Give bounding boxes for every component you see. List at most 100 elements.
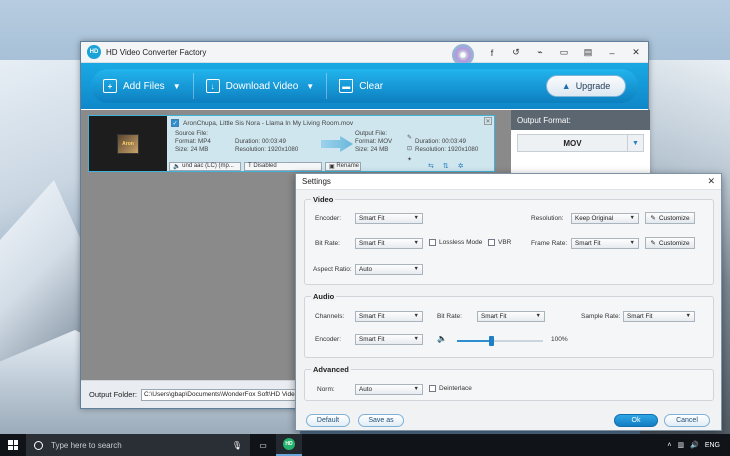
speaker-icon: 🔈 bbox=[173, 163, 183, 170]
network-icon[interactable]: ▥ bbox=[677, 441, 684, 449]
video-bitrate-value: Smart Fit bbox=[359, 240, 385, 247]
chevron-down-icon: ▼ bbox=[535, 313, 541, 319]
video-thumbnail[interactable]: Aron bbox=[89, 116, 167, 171]
microphone-icon[interactable]: 🎙 bbox=[232, 441, 242, 450]
vbr-label: VBR bbox=[498, 239, 512, 246]
close-icon[interactable]: ✕ bbox=[624, 42, 648, 63]
chat-icon[interactable]: ▭ bbox=[552, 42, 576, 63]
download-video-button[interactable]: ↓ Download Video ▼ bbox=[194, 69, 327, 103]
lossless-mode-label: Lossless Mode bbox=[439, 239, 483, 246]
default-button[interactable]: Default bbox=[306, 414, 350, 427]
chevron-down-icon[interactable]: ▼ bbox=[627, 135, 643, 151]
lossless-mode-checkbox[interactable]: Lossless Mode bbox=[429, 239, 482, 246]
upgrade-label: Upgrade bbox=[575, 81, 611, 91]
file-checkbox[interactable]: ✓ bbox=[171, 119, 179, 127]
video-bitrate-select[interactable]: Smart Fit ▼ bbox=[355, 238, 423, 249]
volume-fill bbox=[457, 340, 492, 342]
source-format: Format: MP4 bbox=[175, 138, 211, 145]
add-files-button[interactable]: + Add Files ▼ bbox=[91, 69, 193, 103]
channels-label: Channels: bbox=[315, 313, 345, 320]
chevron-down-icon[interactable]: ▼ bbox=[306, 82, 314, 91]
menu-icon[interactable]: ▤ bbox=[576, 42, 600, 63]
output-folder-path[interactable]: C:\Users\gbap\Documents\WonderFox Soft\H… bbox=[140, 388, 301, 401]
rename-label: Rename bbox=[336, 163, 360, 169]
pencil-icon: ✎ bbox=[650, 240, 656, 247]
resolution-customize-button[interactable]: ✎ Customize bbox=[645, 212, 695, 224]
taskbar-search[interactable]: Type here to search 🎙 bbox=[26, 434, 250, 456]
app-taskbar-icon: HD bbox=[283, 438, 295, 450]
subtitle-value: Disabled bbox=[253, 163, 277, 169]
sample-rate-select[interactable]: Smart Fit ▼ bbox=[623, 311, 695, 322]
channels-select[interactable]: Smart Fit ▼ bbox=[355, 311, 423, 322]
frame-rate-select[interactable]: Smart Fit ▼ bbox=[571, 238, 639, 249]
window-title: HD Video Converter Factory bbox=[106, 47, 207, 57]
chevron-down-icon: ▼ bbox=[413, 266, 419, 272]
subtitle-select[interactable]: T Disabled bbox=[244, 161, 322, 171]
vbr-checkbox[interactable]: VBR bbox=[488, 239, 511, 246]
file-header: ✓ AronChupa, Little Sis Nora - Llama In … bbox=[171, 118, 492, 128]
split-icon[interactable]: ⇅ bbox=[443, 162, 449, 170]
start-button[interactable] bbox=[0, 434, 26, 456]
system-tray: ˄ ▥ 🔊 ENG bbox=[667, 441, 730, 450]
ok-button[interactable]: Ok bbox=[614, 414, 658, 427]
title-bar: HD HD Video Converter Factory f ↺ ⌁ ▭ ▤ … bbox=[81, 42, 648, 66]
output-label: Output File: bbox=[355, 130, 387, 137]
cancel-button[interactable]: Cancel bbox=[664, 414, 710, 427]
frame-rate-customize-button[interactable]: ✎ Customize bbox=[645, 237, 695, 249]
volume-slider[interactable] bbox=[457, 336, 543, 346]
save-as-button[interactable]: Save as bbox=[358, 414, 404, 427]
file-item[interactable]: Aron ✓ AronChupa, Little Sis Nora - Llam… bbox=[88, 115, 495, 172]
resolution-select[interactable]: Keep Original ▼ bbox=[571, 213, 639, 224]
speaker-icon[interactable]: 🔊 bbox=[690, 441, 699, 449]
edit-icon[interactable]: ✎ bbox=[407, 134, 412, 141]
download-icon: ↓ bbox=[205, 79, 220, 93]
windows-icon bbox=[8, 440, 18, 450]
norm-label: Norm: bbox=[317, 386, 335, 393]
brush-icon[interactable]: ⌁ bbox=[528, 42, 552, 63]
upgrade-button[interactable]: ▲ Upgrade bbox=[546, 75, 626, 97]
video-encoder-value: Smart Fit bbox=[359, 215, 385, 222]
chevron-down-icon: ▼ bbox=[629, 240, 635, 246]
remove-file-icon[interactable]: ✕ bbox=[484, 117, 492, 125]
taskbar-app-hd-video-converter[interactable]: HD bbox=[276, 434, 302, 456]
undo-icon[interactable]: ↺ bbox=[504, 42, 528, 63]
source-resolution: Resolution: 1920x1080 bbox=[235, 146, 299, 153]
close-icon[interactable]: ✕ bbox=[707, 176, 715, 187]
merge-icon[interactable]: ⇆ bbox=[428, 162, 434, 170]
audio-track-value: und aac (LC) (mp... bbox=[182, 163, 234, 169]
output-format-select[interactable]: MOV ▼ bbox=[517, 134, 644, 152]
minimize-icon[interactable]: – bbox=[600, 42, 624, 63]
effect-icon[interactable]: ✲ bbox=[458, 162, 464, 170]
cortana-icon bbox=[34, 440, 43, 450]
crop-icon[interactable]: ⊡ bbox=[407, 145, 412, 152]
chevron-down-icon[interactable]: ▼ bbox=[173, 82, 181, 91]
pencil-icon: ✎ bbox=[650, 215, 656, 222]
volume-icon: 🔈 bbox=[437, 334, 447, 343]
rename-button[interactable]: ▣ Rename bbox=[325, 161, 361, 171]
sample-rate-label: Sample Rate: bbox=[581, 313, 621, 320]
customize-label: Customize bbox=[658, 214, 690, 222]
video-encoder-select[interactable]: Smart Fit ▼ bbox=[355, 213, 423, 224]
norm-value: Auto bbox=[359, 386, 372, 393]
download-video-label: Download Video bbox=[225, 80, 299, 92]
audio-bitrate-select[interactable]: Smart Fit ▼ bbox=[477, 311, 545, 322]
clear-button[interactable]: ▬ Clear bbox=[327, 69, 395, 103]
upload-arrow-icon: ▲ bbox=[561, 81, 571, 91]
aspect-ratio-select[interactable]: Auto ▼ bbox=[355, 264, 423, 275]
language-indicator[interactable]: ENG bbox=[705, 442, 720, 449]
chevron-up-icon[interactable]: ˄ bbox=[667, 442, 671, 449]
deinterlace-checkbox[interactable]: Deinterlace bbox=[429, 385, 472, 392]
volume-knob[interactable] bbox=[489, 336, 495, 346]
facebook-icon[interactable]: f bbox=[480, 42, 504, 63]
source-info: Source File: Format: MP4 Duration: 00:03:… bbox=[175, 130, 298, 154]
audio-track-select[interactable]: 🔈 und aac (LC) (mp... bbox=[169, 161, 241, 171]
norm-select[interactable]: Auto ▼ bbox=[355, 384, 423, 395]
toolbar: + Add Files ▼ ↓ Download Video ▼ ▬ Clear… bbox=[81, 63, 648, 109]
output-format-label: Output Format: bbox=[511, 110, 650, 130]
audio-encoder-select[interactable]: Smart Fit ▼ bbox=[355, 334, 423, 345]
task-view-icon[interactable]: ▭ bbox=[250, 434, 276, 456]
video-encoder-label: Encoder: bbox=[315, 215, 342, 222]
output-resolution: Resolution: 1920x1080 bbox=[415, 146, 479, 153]
audio-group-title: Audio bbox=[311, 292, 337, 301]
settings-title: Settings bbox=[296, 174, 721, 190]
